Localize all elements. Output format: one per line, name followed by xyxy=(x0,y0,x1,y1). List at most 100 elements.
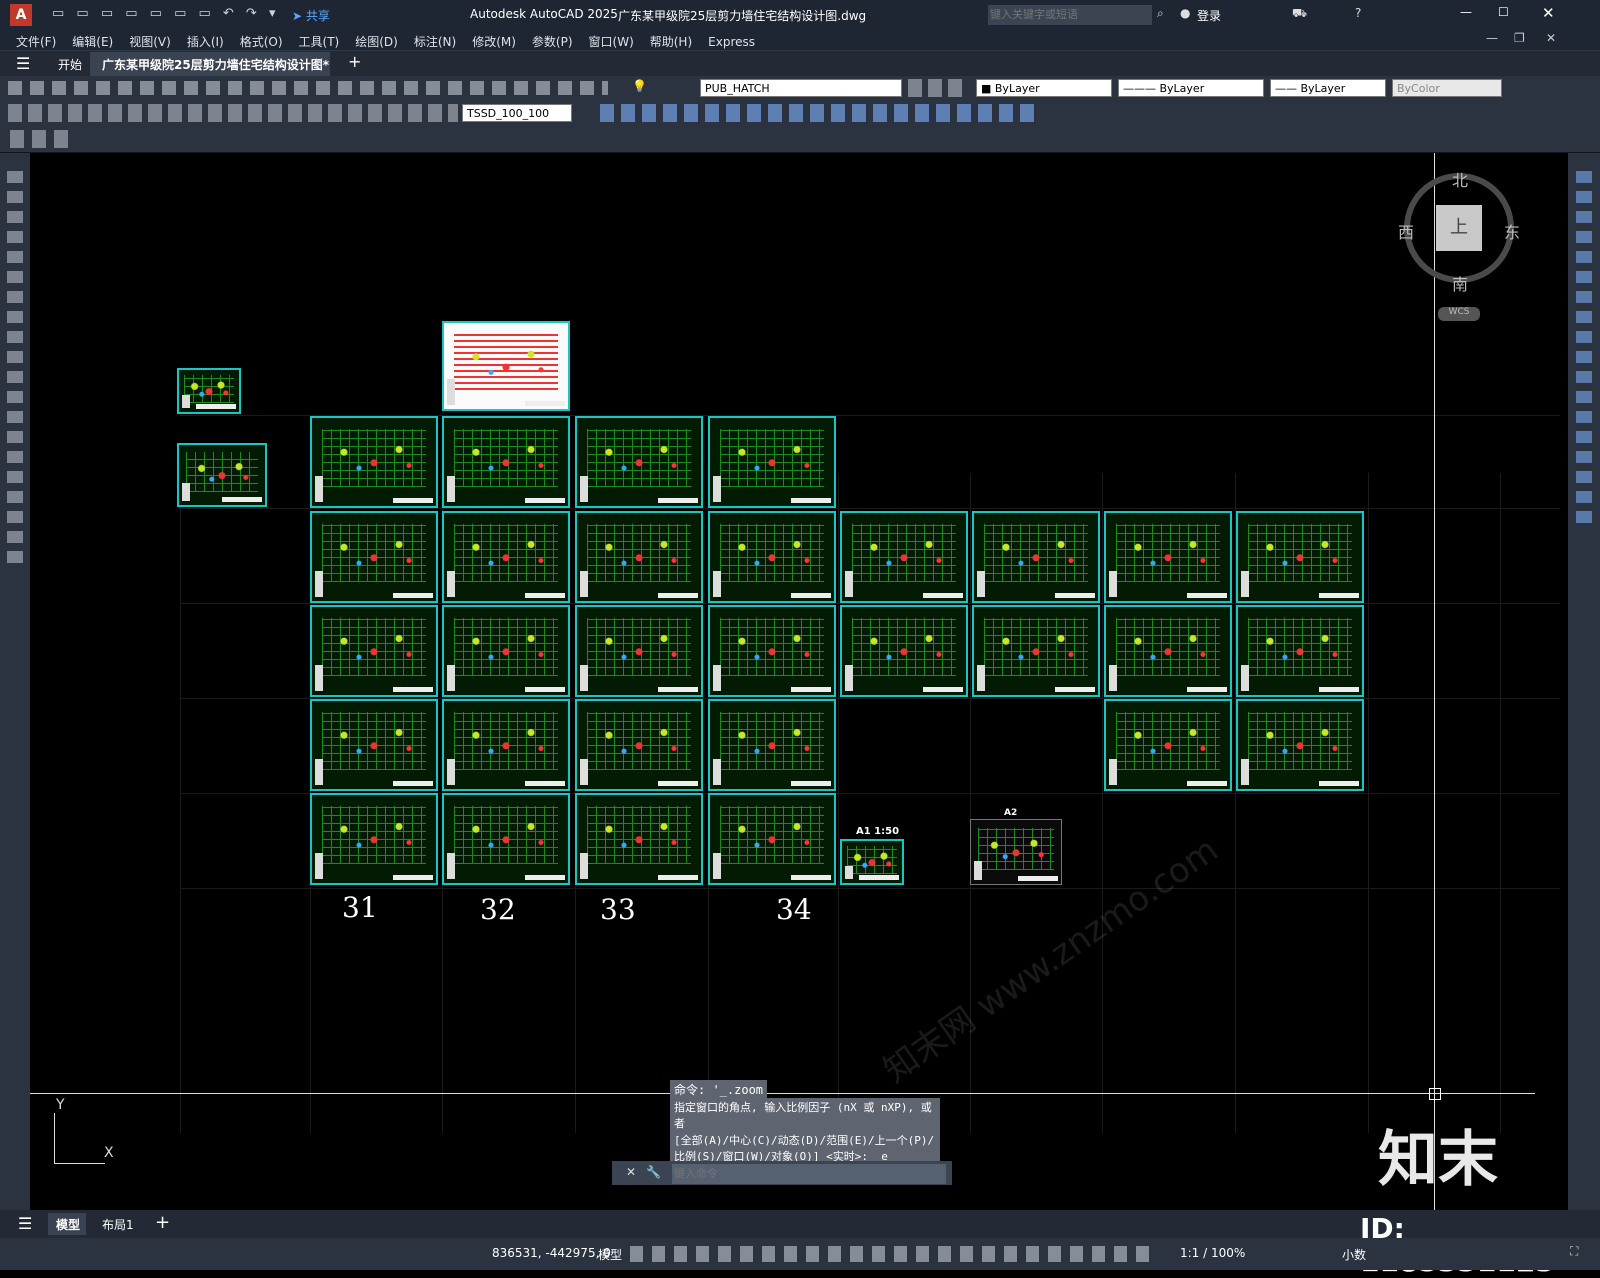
modify-tools-icons[interactable] xyxy=(600,104,1040,122)
linetype-dropdown[interactable]: ——— ByLayer xyxy=(1118,79,1264,97)
command-close-icon[interactable]: ✕ xyxy=(626,1165,636,1179)
drawing-sheet[interactable] xyxy=(310,793,438,885)
menu-item-5[interactable]: 工具(T) xyxy=(291,31,348,52)
maximize-icon[interactable]: ☐ xyxy=(1498,5,1509,19)
drawing-sheet[interactable] xyxy=(972,605,1100,697)
new-tab-button[interactable]: + xyxy=(348,52,361,71)
drawing-sheet[interactable] xyxy=(1104,605,1232,697)
command-customize-icon[interactable]: 🔧 xyxy=(646,1165,661,1179)
doc-restore-icon[interactable]: ❐ xyxy=(1514,31,1525,45)
drawing-sheet[interactable] xyxy=(442,321,570,411)
doc-close-icon[interactable]: ✕ xyxy=(1546,31,1556,45)
drawing-sheet[interactable] xyxy=(442,605,570,697)
extra-tools-icons[interactable] xyxy=(10,130,76,148)
compass-west[interactable]: 西 xyxy=(1398,219,1414,243)
wcs-menu[interactable]: WCS xyxy=(1438,307,1480,321)
layer-dropdown[interactable]: PUB_HATCH xyxy=(700,79,902,97)
drawing-sheet[interactable] xyxy=(575,416,703,508)
drawing-sheet[interactable] xyxy=(442,793,570,885)
plotstyle-dropdown[interactable]: ByColor xyxy=(1392,79,1502,97)
share-button[interactable]: ➤ 共享 xyxy=(292,7,330,24)
compass-south[interactable]: 南 xyxy=(1452,271,1468,295)
tab-layout1[interactable]: 布局1 xyxy=(102,1216,134,1233)
search-icon[interactable]: ⌕ xyxy=(1157,6,1164,21)
drawing-sheet[interactable] xyxy=(840,511,968,603)
drawing-sheet[interactable] xyxy=(972,511,1100,603)
help-icon[interactable]: ? xyxy=(1355,6,1361,20)
drawing-sheet[interactable] xyxy=(1236,605,1364,697)
annotation-scale[interactable]: 1:1 / 100% xyxy=(1180,1246,1245,1260)
menu-item-4[interactable]: 格式(O) xyxy=(232,31,291,52)
doc-minimize-icon[interactable]: — xyxy=(1486,31,1498,45)
compass-north[interactable]: 北 xyxy=(1452,167,1468,191)
layer-tools-icons[interactable] xyxy=(908,79,968,97)
tab-start[interactable]: 开始 xyxy=(58,56,82,73)
model-space-toggle[interactable]: 模型 xyxy=(598,1246,622,1263)
dimstyle-dropdown[interactable]: TSSD_100_100 xyxy=(462,104,572,122)
drawing-sheet[interactable] xyxy=(1236,511,1364,603)
fullscreen-icon[interactable]: ⛶ xyxy=(1570,1244,1578,1259)
drawing-sheet[interactable] xyxy=(1236,699,1364,791)
drawing-sheet[interactable] xyxy=(310,416,438,508)
close-icon[interactable]: ✕ xyxy=(1542,4,1555,22)
hamburger-icon[interactable]: ☰ xyxy=(16,54,30,73)
menu-item-1[interactable]: 编辑(E) xyxy=(64,31,121,52)
menu-item-8[interactable]: 修改(M) xyxy=(464,31,524,52)
drawing-sheet[interactable] xyxy=(840,605,968,697)
drafting-toggles[interactable] xyxy=(630,1246,1150,1262)
menu-item-7[interactable]: 标注(N) xyxy=(406,31,464,52)
draw-tools-icons[interactable] xyxy=(7,163,23,563)
drawing-sheet[interactable] xyxy=(1104,699,1232,791)
modify-tools-vertical-icons[interactable] xyxy=(1576,163,1592,523)
standard-toolbar-icons[interactable] xyxy=(8,81,608,95)
menu-item-0[interactable]: 文件(F) xyxy=(8,31,64,52)
tab-active-drawing[interactable]: 广东某甲级院25层剪力墙住宅结构设计图* ✕ xyxy=(90,52,330,76)
drawing-sheet[interactable] xyxy=(442,699,570,791)
drawing-sheet[interactable] xyxy=(970,819,1062,885)
drawing-sheet[interactable] xyxy=(708,699,836,791)
color-dropdown[interactable]: ■ ByLayer xyxy=(976,79,1112,97)
menu-item-3[interactable]: 插入(I) xyxy=(179,31,232,52)
search-input[interactable] xyxy=(988,5,1152,25)
layout-menu-icon[interactable]: ☰ xyxy=(18,1214,32,1233)
menu-item-2[interactable]: 视图(V) xyxy=(121,31,179,52)
coordinates-readout[interactable]: 836531, -442975, 0 xyxy=(492,1246,611,1260)
tab-close-icon[interactable]: ✕ xyxy=(314,55,324,69)
tab-model[interactable]: 模型 xyxy=(48,1213,86,1235)
drawing-sheet[interactable] xyxy=(177,443,267,507)
drawing-sheet[interactable] xyxy=(708,793,836,885)
drawing-sheet[interactable] xyxy=(310,699,438,791)
drawing-sheet[interactable] xyxy=(575,605,703,697)
drawing-sheet[interactable] xyxy=(442,511,570,603)
menu-item-6[interactable]: 绘图(D) xyxy=(347,31,406,52)
drawing-sheet[interactable] xyxy=(310,605,438,697)
viewcube-top-face[interactable]: 上 xyxy=(1436,205,1482,251)
drawing-sheet[interactable] xyxy=(840,839,904,885)
layer-bulb-icon[interactable]: 💡 xyxy=(632,79,647,93)
drawing-sheet[interactable] xyxy=(708,416,836,508)
user-icon[interactable]: ● xyxy=(1180,6,1190,20)
drawing-sheet[interactable] xyxy=(708,605,836,697)
command-input[interactable] xyxy=(672,1164,946,1184)
app-logo[interactable]: A xyxy=(10,4,32,26)
minimize-icon[interactable]: — xyxy=(1460,5,1472,19)
compass-east[interactable]: 东 xyxy=(1504,219,1520,243)
drawing-sheet[interactable] xyxy=(177,368,241,414)
drawing-sheet[interactable] xyxy=(442,416,570,508)
dimension-tools-icons[interactable] xyxy=(8,104,458,122)
drawing-canvas[interactable]: 31 32 33 34 A1 1:50 A2 上 北 南 东 西 WCS Y X… xyxy=(30,153,1568,1210)
drawing-sheet[interactable] xyxy=(575,699,703,791)
cart-icon[interactable]: ⛟ xyxy=(1292,6,1307,22)
drawing-sheet[interactable] xyxy=(575,793,703,885)
menu-item-11[interactable]: 帮助(H) xyxy=(642,31,700,52)
units-display[interactable]: 小数 xyxy=(1342,1246,1366,1263)
menu-item-10[interactable]: 窗口(W) xyxy=(581,31,642,52)
menu-item-12[interactable]: Express xyxy=(700,33,763,51)
drawing-sheet[interactable] xyxy=(1104,511,1232,603)
drawing-sheet[interactable] xyxy=(708,511,836,603)
menu-item-9[interactable]: 参数(P) xyxy=(524,31,581,52)
lineweight-dropdown[interactable]: —— ByLayer xyxy=(1270,79,1386,97)
drawing-sheet[interactable] xyxy=(575,511,703,603)
add-layout-icon[interactable]: + xyxy=(155,1212,170,1233)
login-link[interactable]: 登录 xyxy=(1197,7,1221,24)
